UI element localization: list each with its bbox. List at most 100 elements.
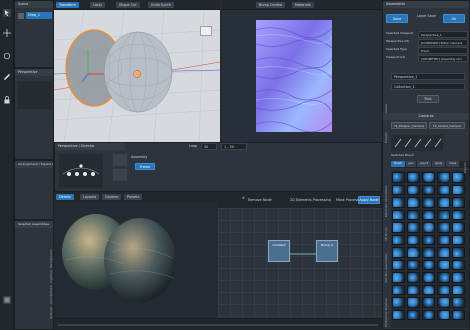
brush-swatch[interactable]	[407, 222, 420, 233]
brush-swatch[interactable]	[392, 209, 405, 220]
brush-swatch[interactable]	[437, 184, 450, 195]
render-view[interactable]	[54, 202, 218, 318]
viewport-tab-undo-synth[interactable]: Undo Synth	[148, 2, 174, 8]
brush-swatch[interactable]	[422, 259, 435, 270]
camera-perspective[interactable]: Tk_Perspec_Camera	[391, 122, 427, 129]
brush-swatch[interactable]	[452, 209, 465, 220]
assembly-tab-list[interactable]: Settings · Architecture · Lighting · Bac…	[49, 239, 53, 319]
viewport-tab-local[interactable]: Local	[90, 2, 105, 8]
brush-swatch[interactable]	[437, 222, 450, 233]
brush-swatch[interactable]	[407, 247, 420, 258]
side-tab-presets-2[interactable]: Presets	[384, 123, 388, 143]
brush-swatch[interactable]	[392, 184, 405, 195]
save-button[interactable]: Save	[386, 14, 408, 23]
property-value[interactable]: Perspective_1	[418, 31, 468, 38]
2d-elements-toggle[interactable]: 2D Elements Processing	[290, 198, 331, 202]
grid-icon[interactable]	[3, 296, 11, 304]
brush-swatch[interactable]	[407, 259, 420, 270]
brush-swatch[interactable]	[437, 272, 450, 283]
brush-swatch[interactable]	[437, 234, 450, 245]
brush-preview[interactable]	[391, 135, 443, 151]
brush-swatch[interactable]	[392, 247, 405, 258]
viewport-tab-transform[interactable]: Transform	[56, 2, 79, 8]
brush-swatch[interactable]	[452, 234, 465, 245]
frame-button[interactable]: Frame	[135, 163, 155, 170]
brush-swatch[interactable]	[407, 172, 420, 183]
3d-viewport[interactable]	[54, 10, 220, 142]
brush-swatch[interactable]	[437, 247, 450, 258]
brush-swatch[interactable]	[407, 272, 420, 283]
brush-swatch[interactable]	[392, 284, 405, 295]
brush-swatch[interactable]	[392, 234, 405, 245]
brush-swatch[interactable]	[422, 209, 435, 220]
brush-swatch[interactable]	[392, 309, 405, 320]
brush-swatch[interactable]	[407, 309, 420, 320]
brush-swatch[interactable]	[422, 284, 435, 295]
texture-tab-materials[interactable]: Materials	[292, 2, 314, 8]
brush-swatch[interactable]	[422, 247, 435, 258]
brush-swatch[interactable]	[407, 184, 420, 195]
tab-capture[interactable]: Capture	[102, 194, 122, 200]
brush-swatch[interactable]	[392, 222, 405, 233]
brush-swatch[interactable]	[437, 309, 450, 320]
brush-swatch[interactable]	[452, 297, 465, 308]
brush-swatch[interactable]	[392, 272, 405, 283]
curve-gizmo[interactable]	[59, 154, 103, 188]
view-cube-icon[interactable]	[200, 26, 212, 36]
rendered-sphere-right[interactable]	[104, 218, 176, 302]
assembly-tab[interactable]: Background	[49, 250, 53, 268]
side-tab-presets[interactable]: Presets	[384, 75, 388, 115]
scene-object-item[interactable]: Drop_1	[26, 12, 52, 19]
remove-node-icon[interactable]: ✕	[242, 196, 245, 200]
viewport-tab-shape-cut[interactable]: Shape Cut	[116, 2, 140, 8]
timeline-tool-icon[interactable]	[113, 154, 127, 166]
brush-swatch[interactable]	[452, 284, 465, 295]
brush-swatch[interactable]	[422, 184, 435, 195]
texture-tab-bump-control[interactable]: Bump Control	[256, 2, 286, 8]
brush-swatch[interactable]	[422, 234, 435, 245]
vertical-tab-materials[interactable]: Materials Assemblies	[384, 171, 388, 217]
brush-swatch[interactable]	[422, 197, 435, 208]
brush-icon[interactable]	[3, 72, 11, 80]
tab-details[interactable]: Details	[56, 194, 74, 200]
ok-button[interactable]: Ok	[443, 14, 465, 23]
camera-global[interactable]: Tk_Global_Camera	[429, 122, 465, 129]
rotate-icon[interactable]	[3, 52, 11, 60]
vertical-tab-wet-mix[interactable]: Wet Mix Assemblies	[384, 243, 388, 283]
brush-swatch[interactable]	[392, 259, 405, 270]
node-bump[interactable]: Bump A	[316, 240, 338, 262]
side-tab-presets-3[interactable]: Presets	[463, 133, 467, 173]
assembly-tab[interactable]: Settings	[49, 307, 53, 319]
apply-node-button[interactable]: Apply Node	[358, 196, 380, 204]
brush-swatch[interactable]	[437, 259, 450, 270]
vertical-tab-photoshop[interactable]: Photoshop Brushes	[384, 287, 388, 327]
brush-tab[interactable]: spray	[432, 161, 446, 167]
brush-swatch[interactable]	[392, 297, 405, 308]
brush-swatch[interactable]	[407, 234, 420, 245]
brush-swatch[interactable]	[452, 309, 465, 320]
brush-swatch[interactable]	[392, 197, 405, 208]
timeline-tool-icon[interactable]	[113, 169, 127, 181]
brush-swatch[interactable]	[452, 197, 465, 208]
tab-layouts[interactable]: Layouts	[80, 194, 100, 200]
texture-view[interactable]	[222, 10, 382, 142]
brush-swatch[interactable]	[437, 297, 450, 308]
assembly-tab[interactable]: Architecture	[49, 285, 53, 303]
brush-swatch[interactable]	[452, 184, 465, 195]
node-graph[interactable]: Gradient Bump A	[218, 208, 382, 318]
brush-swatch[interactable]	[452, 172, 465, 183]
property-value[interactable]: Fixed	[418, 47, 468, 54]
assembly-tab[interactable]: Lighting	[49, 270, 53, 282]
brush-tab[interactable]: Brush	[391, 161, 405, 167]
range-field[interactable]: 1 - 30	[221, 143, 247, 150]
brush-swatch[interactable]	[437, 172, 450, 183]
brush-swatch[interactable]	[422, 222, 435, 233]
brush-swatch[interactable]	[392, 172, 405, 183]
brush-tab[interactable]: mask	[446, 161, 460, 167]
brush-swatch[interactable]	[422, 172, 435, 183]
viewport-dropdown[interactable]: Perspective_1	[391, 73, 465, 80]
remove-node-label[interactable]: Remove Node	[248, 198, 272, 202]
property-value[interactable]: [GEOMETRY] Assembly Ctrl	[418, 55, 468, 62]
select-icon[interactable]	[3, 9, 11, 17]
tab-presets[interactable]: Presets	[124, 194, 143, 200]
